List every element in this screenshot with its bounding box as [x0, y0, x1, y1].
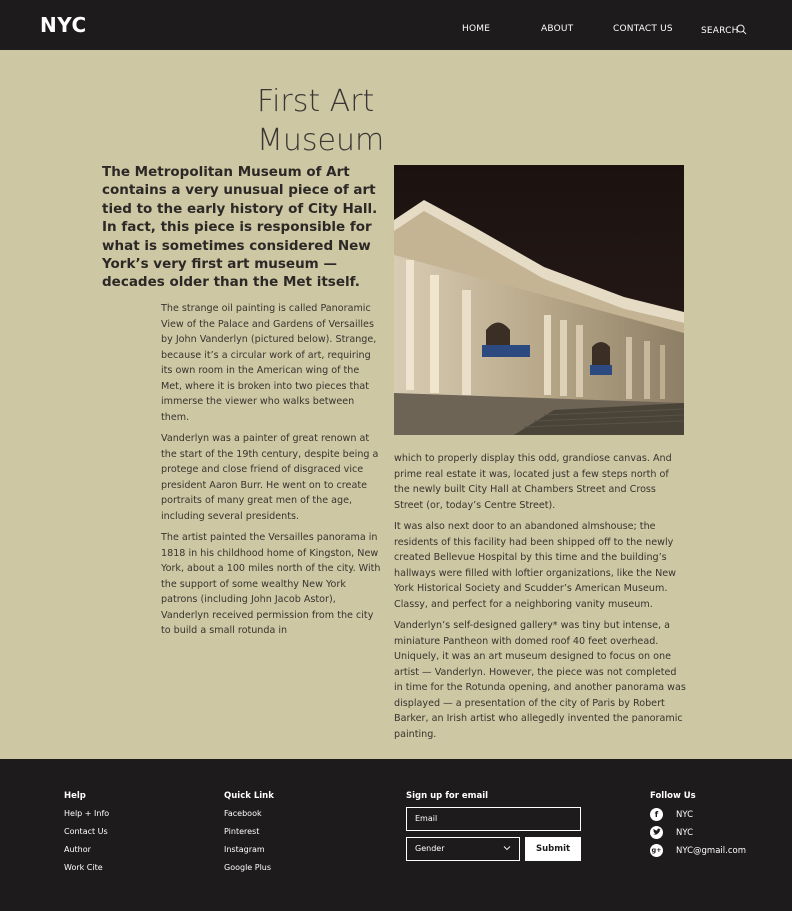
- submit-button[interactable]: Submit: [525, 837, 581, 861]
- social-label-email[interactable]: NYC@gmail.com: [676, 846, 746, 856]
- paragraph: which to properly display this odd, gran…: [394, 453, 672, 511]
- footer-link-instagram[interactable]: Instagram: [224, 845, 265, 854]
- footer-quick-heading: Quick Link: [224, 791, 274, 801]
- footer-link-facebook[interactable]: Facebook: [224, 809, 262, 818]
- article-lead: The Metropolitan Museum of Art contains …: [102, 164, 378, 291]
- facebook-icon[interactable]: f: [650, 808, 663, 821]
- chevron-down-icon: [503, 846, 511, 851]
- paragraph: The strange oil painting is called Panor…: [161, 303, 377, 423]
- paragraph: The artist painted the Versailles panora…: [161, 532, 381, 636]
- google-plus-icon[interactable]: g+: [650, 844, 663, 857]
- twitter-icon[interactable]: [650, 826, 663, 839]
- article-column-left: The strange oil painting is called Panor…: [161, 301, 383, 645]
- site-footer: Help Help + Info Contact Us Author Work …: [0, 759, 792, 911]
- footer-link-author[interactable]: Author: [64, 845, 91, 854]
- search-icon[interactable]: [736, 24, 747, 35]
- footer-link-work-cite[interactable]: Work Cite: [64, 863, 103, 872]
- footer-link-help-info[interactable]: Help + Info: [64, 809, 109, 818]
- social-label-twitter[interactable]: NYC: [676, 828, 693, 838]
- footer-follow-heading: Follow Us: [650, 791, 696, 801]
- museum-photo: [394, 165, 684, 435]
- email-placeholder: Email: [415, 814, 438, 823]
- footer-link-pinterest[interactable]: Pinterest: [224, 827, 259, 836]
- nav-home[interactable]: HOME: [462, 24, 490, 34]
- site-header: NYC HOME ABOUT CONTACT US SEARCH: [0, 0, 792, 50]
- title-line-1: First Art: [257, 84, 375, 119]
- title-line-2: Museum: [257, 123, 385, 158]
- gender-selected-value: Gender: [415, 844, 445, 853]
- nav-about[interactable]: ABOUT: [541, 24, 573, 34]
- footer-link-google-plus[interactable]: Google Plus: [224, 863, 271, 872]
- paragraph: It was also next door to an abandoned al…: [394, 521, 677, 610]
- footer-help-heading: Help: [64, 791, 86, 801]
- article-column-right: which to properly display this odd, gran…: [394, 451, 686, 748]
- page-title: First Art Museum: [257, 82, 397, 160]
- email-field[interactable]: Email: [406, 807, 581, 831]
- paragraph: Vanderlyn’s self-designed gallery* was t…: [394, 620, 686, 740]
- paragraph: Vanderlyn was a painter of great renown …: [161, 433, 379, 522]
- footer-link-contact-us[interactable]: Contact Us: [64, 827, 108, 836]
- gender-select[interactable]: Gender: [406, 837, 520, 861]
- nav-contact-us[interactable]: CONTACT US: [613, 24, 673, 34]
- social-label-facebook[interactable]: NYC: [676, 810, 693, 820]
- footer-signup-heading: Sign up for email: [406, 791, 489, 801]
- site-logo[interactable]: NYC: [40, 13, 87, 37]
- nav-search[interactable]: SEARCH: [701, 26, 739, 36]
